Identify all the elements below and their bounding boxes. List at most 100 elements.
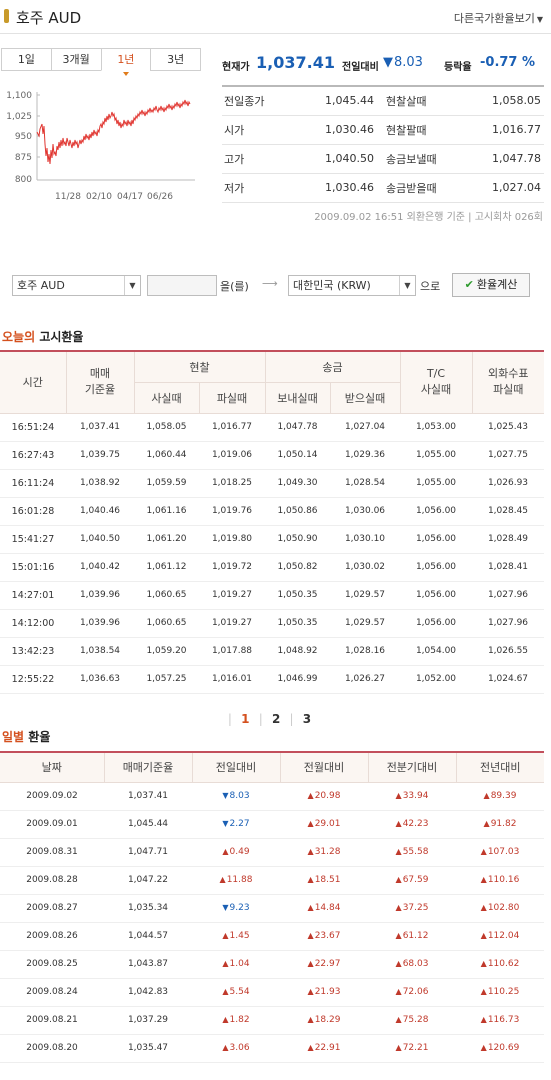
tab-3years[interactable]: 3년: [150, 48, 201, 71]
current-price-value: 1,037.41: [256, 53, 335, 72]
rate-summary: 현재가 1,037.41 전일대비 ▼ 8.03 등락율 -0.77 %: [222, 52, 544, 80]
table-row: 2009.08.271,035.34 9.23 14.84 37.25 102.80: [0, 894, 544, 923]
info-key: 송금보낼때: [382, 144, 465, 174]
cell-foreign-check-sell: 1,024.67: [472, 665, 544, 694]
column-header-remit: 송금: [264, 350, 401, 383]
table-row: 고가 1,040.50 송금보낼때 1,047.78: [222, 144, 544, 174]
cell-base-rate: 1,035.47: [104, 1034, 192, 1063]
other-currency-link[interactable]: 다른국가환율보기 ▼: [454, 10, 543, 26]
table-row: 2009.08.251,043.87 1.04 22.97 68.03 110.62: [0, 950, 544, 979]
cell-cash-buy: 1,060.65: [134, 609, 199, 638]
cell-foreign-check-sell: 1,028.45: [472, 497, 544, 526]
cell-remit-send: 1,046.99: [265, 665, 330, 694]
table-header-row: 시간 매매 기준율 현찰 송금 T/C 사실때 외화수표 파실때: [0, 350, 544, 414]
from-currency-select[interactable]: 호주 AUD ▼: [12, 275, 141, 296]
cell-foreign-check-sell: 1,026.93: [472, 469, 544, 498]
cell-base-rate: 1,038.92: [66, 469, 134, 498]
cell-vs-prev-year: 91.82: [456, 810, 544, 839]
today-rates-title: 오늘의 고시환율: [2, 328, 83, 345]
change-rate-label: 등락율: [444, 62, 472, 73]
cell-date: 2009.08.24: [0, 978, 104, 1007]
cell-date: 2009.09.01: [0, 810, 104, 839]
chart-x-tick: 04/17: [117, 192, 143, 202]
up-arrow-value: 107.03: [481, 847, 520, 857]
cell-remit-receive: 1,030.02: [330, 553, 400, 582]
column-header-cash: 현찰: [133, 350, 266, 383]
cell-vs-prev-day: 11.88: [192, 866, 280, 895]
table-row: 2009.09.021,037.41 8.03 20.98 33.94 89.39: [0, 782, 544, 811]
amount-input[interactable]: [147, 275, 217, 296]
cell-vs-prev-year: 107.03: [456, 838, 544, 867]
cell-cash-sell: 1,016.77: [199, 413, 265, 442]
up-arrow-value: 120.69: [481, 1043, 520, 1053]
cell-tc-buy: 1,053.00: [400, 413, 472, 442]
up-arrow-value: 29.01: [308, 819, 341, 829]
pager-divider: |: [258, 712, 263, 726]
cell-vs-prev-day: 1.45: [192, 922, 280, 951]
cell-tc-buy: 1,054.00: [400, 637, 472, 666]
cell-date: 2009.08.21: [0, 1006, 104, 1035]
cell-cash-buy: 1,058.05: [134, 413, 199, 442]
cell-base-rate: 1,044.57: [104, 922, 192, 951]
cell-foreign-check-sell: 1,027.96: [472, 609, 544, 638]
cell-remit-receive: 1,030.10: [330, 525, 400, 554]
cell-base-rate: 1,042.83: [104, 978, 192, 1007]
up-arrow-value: 18.29: [308, 1015, 341, 1025]
page-2-link[interactable]: 2: [272, 712, 280, 726]
cell-vs-prev-month: 20.98: [280, 782, 368, 811]
pagination: | 1 | 2 | 3: [0, 712, 544, 726]
cell-time: 12:55:22: [0, 665, 66, 694]
cell-base-rate: 1,045.44: [104, 810, 192, 839]
cell-remit-send: 1,050.90: [265, 525, 330, 554]
cell-vs-prev-month: 18.51: [280, 866, 368, 895]
info-key: 시가: [222, 115, 292, 145]
cell-remit-send: 1,050.35: [265, 609, 330, 638]
cell-time: 16:11:24: [0, 469, 66, 498]
cell-cash-sell: 1,019.80: [199, 525, 265, 554]
cell-vs-prev-quarter: 72.21: [368, 1034, 456, 1063]
tab-1day[interactable]: 1일: [1, 48, 52, 71]
tab-3months[interactable]: 3개월: [50, 48, 102, 71]
up-arrow-value: 1.45: [222, 931, 249, 941]
up-arrow-value: 112.04: [481, 931, 520, 941]
info-value: 1,040.50: [292, 144, 382, 174]
table-row: 12:55:22 1,036.63 1,057.25 1,016.01 1,046.99…: [0, 665, 544, 694]
cell-vs-prev-year: 110.16: [456, 866, 544, 895]
cell-remit-send: 1,049.30: [265, 469, 330, 498]
cell-date: 2009.08.31: [0, 838, 104, 867]
cell-vs-prev-quarter: 42.23: [368, 810, 456, 839]
tab-1year[interactable]: 1년: [100, 48, 152, 76]
cell-date: 2009.08.25: [0, 950, 104, 979]
table-row: 2009.08.311,047.71 0.49 31.28 55.58 107.03: [0, 838, 544, 867]
cell-tc-buy: 1,056.00: [400, 609, 472, 638]
cell-date: 2009.09.02: [0, 782, 104, 811]
from-currency-value: 호주 AUD: [17, 279, 65, 292]
up-arrow-value: 1.82: [222, 1015, 249, 1025]
cell-remit-receive: 1,026.27: [330, 665, 400, 694]
chart-x-tick: 11/28: [55, 192, 81, 202]
cell-cash-sell: 1,019.76: [199, 497, 265, 526]
cell-vs-prev-quarter: 72.06: [368, 978, 456, 1007]
cell-vs-prev-day: 9.23: [192, 894, 280, 923]
up-arrow-value: 18.51: [308, 875, 341, 885]
up-arrow-value: 89.39: [484, 791, 517, 801]
cell-date: 2009.08.26: [0, 922, 104, 951]
cell-tc-buy: 1,055.00: [400, 469, 472, 498]
table-row: 16:51:24 1,037.41 1,058.05 1,016.77 1,047.78…: [0, 413, 544, 442]
table-row: 13:42:23 1,038.54 1,059.20 1,017.88 1,048.92…: [0, 637, 544, 666]
cell-vs-prev-month: 29.01: [280, 810, 368, 839]
up-arrow-value: 61.12: [396, 931, 429, 941]
title-marker-icon: [4, 9, 9, 23]
to-currency-select[interactable]: 대한민국 (KRW) ▼: [288, 275, 416, 296]
page-header: 호주 AUD 다른국가환율보기 ▼: [0, 0, 551, 34]
page-1-link[interactable]: 1: [241, 712, 249, 726]
cell-vs-prev-day: 0.49: [192, 838, 280, 867]
cell-cash-buy: 1,061.12: [134, 553, 199, 582]
cell-base-rate: 1,037.41: [104, 782, 192, 811]
up-arrow-value: 42.23: [396, 819, 429, 829]
chart-y-tick: 1,025: [6, 112, 32, 122]
page-3-link[interactable]: 3: [303, 712, 311, 726]
cell-vs-prev-year: 112.04: [456, 922, 544, 951]
cell-tc-buy: 1,052.00: [400, 665, 472, 694]
calculate-button[interactable]: ✔ 환율계산: [452, 273, 530, 297]
